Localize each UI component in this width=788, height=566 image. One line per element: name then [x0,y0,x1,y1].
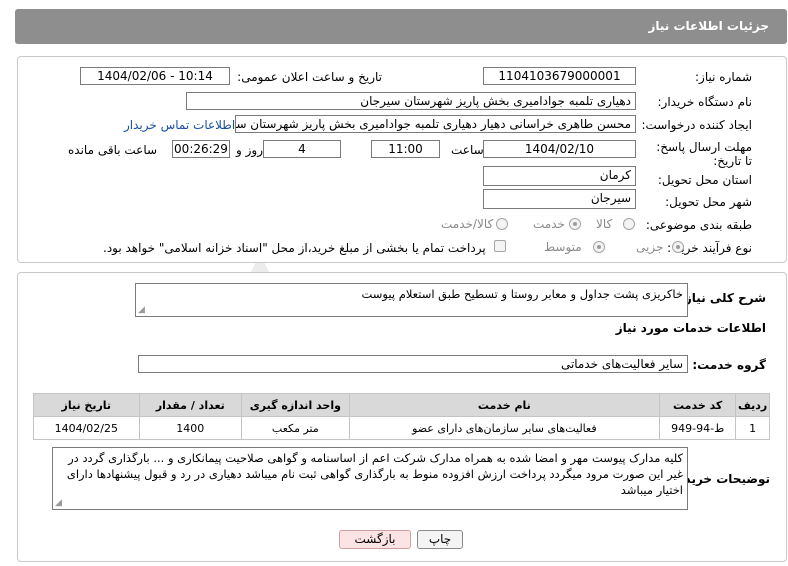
cell-date: 1404/02/25 [33,416,140,440]
description-text: خاکریزی پشت جداول و معابر روستا و تسطیح … [361,287,684,301]
page-header: جزئیات اطلاعات نیاز [15,9,787,44]
creator-field[interactable]: محسن طاهری خراسانی دهیار دهیاری تلمبه جو… [235,115,636,133]
col-header-name: نام خدمت [348,393,661,417]
category-option-goods: کالا [596,217,613,231]
deadline-time-field[interactable]: 11:00 [371,140,440,158]
services-section-title: اطلاعات خدمات مورد نیاز [615,321,766,335]
services-table: ردیف کد خدمت نام خدمت واحد اندازه گیری ت… [33,393,770,440]
description-label: شرح کلی نیاز: [680,291,766,305]
remaining-days-field[interactable]: 4 [263,140,341,158]
need-number-label: شماره نیاز: [695,70,752,84]
page-title: جزئیات اطلاعات نیاز [648,19,769,33]
col-header-index: ردیف [735,393,770,417]
table-header-row: ردیف کد خدمت نام خدمت واحد اندازه گیری ت… [33,393,770,417]
creator-label: ایجاد کننده درخواست: [641,118,752,132]
deadline-date-field[interactable]: 1404/02/10 [483,140,636,158]
process-radio-minor[interactable] [672,241,684,253]
cell-unit: متر مکعب [241,416,350,440]
back-button[interactable]: بازگشت [339,530,411,549]
col-header-date: تاریخ نیاز [33,393,140,417]
table-row[interactable]: 1 ط-94-949 فعالیت‌های سایر سازمان‌های دا… [33,416,770,440]
category-radio-goods-service[interactable] [496,218,508,230]
process-option-minor: جزیی [636,240,664,254]
category-option-goods-service: کالا/خدمت [441,217,494,231]
buyer-org-label: نام دستگاه خریدار: [657,95,753,109]
treasury-payment-checkbox[interactable] [494,240,506,252]
buyer-notes-textarea[interactable]: کلیه مدارک پیوست مهر و امضا شده به همراه… [52,447,688,510]
process-radio-medium[interactable] [593,241,605,253]
buyer-notes-text: کلیه مدارک پیوست مهر و امضا شده به همراه… [66,451,683,497]
cell-index: 1 [735,416,770,440]
buyer-contact-link[interactable]: اطلاعات تماس خریدار [124,118,235,132]
announce-datetime-label: تاریخ و ساعت اعلان عمومی: [237,70,382,84]
category-radio-goods[interactable] [623,218,635,230]
service-group-label: گروه خدمت: [692,358,766,372]
resize-grip-icon[interactable]: ◢ [138,306,145,315]
treasury-payment-note: پرداخت تمام یا بخشی از مبلغ خرید،از محل … [103,241,486,255]
province-field[interactable]: کرمان [483,166,636,186]
city-field[interactable]: سیرجان [483,189,636,209]
deadline-label: مهلت ارسال پاسخ: تا تاریخ: [656,140,752,168]
cell-code: ط-94-949 [659,416,737,440]
category-label: طبقه بندی موضوعی: [645,218,752,232]
col-header-qty: تعداد / مقدار [138,393,243,417]
cell-name: فعالیت‌های سایر سازمان‌های دارای عضو [348,416,661,440]
city-label: شهر محل تحویل: [665,195,752,209]
print-button[interactable]: چاپ [417,530,463,549]
buyer-org-field[interactable]: دهیاری تلمبه جوادامیری بخش پاریز شهرستان… [186,92,636,110]
category-option-service: خدمت [533,217,565,231]
category-radio-service[interactable] [569,218,581,230]
resize-grip-icon[interactable]: ◢ [55,499,62,508]
need-number-field[interactable]: 1104103679000001 [483,67,636,85]
remaining-time-field[interactable]: 00:26:29 [172,140,230,158]
days-label: روز و [236,143,263,157]
deadline-time-label: ساعت [451,143,484,157]
col-header-unit: واحد اندازه گیری [241,393,350,417]
service-group-field[interactable]: سایر فعالیت‌های خدماتی [138,355,688,373]
process-option-medium: متوسط [544,240,582,254]
announce-datetime-field[interactable]: 1404/02/06 - 10:14 [80,67,230,85]
province-label: استان محل تحویل: [657,173,752,187]
cell-qty: 1400 [138,416,243,440]
description-textarea[interactable]: خاکریزی پشت جداول و معابر روستا و تسطیح … [135,283,688,317]
remaining-label: ساعت باقی مانده [68,143,158,157]
col-header-code: کد خدمت [659,393,737,417]
